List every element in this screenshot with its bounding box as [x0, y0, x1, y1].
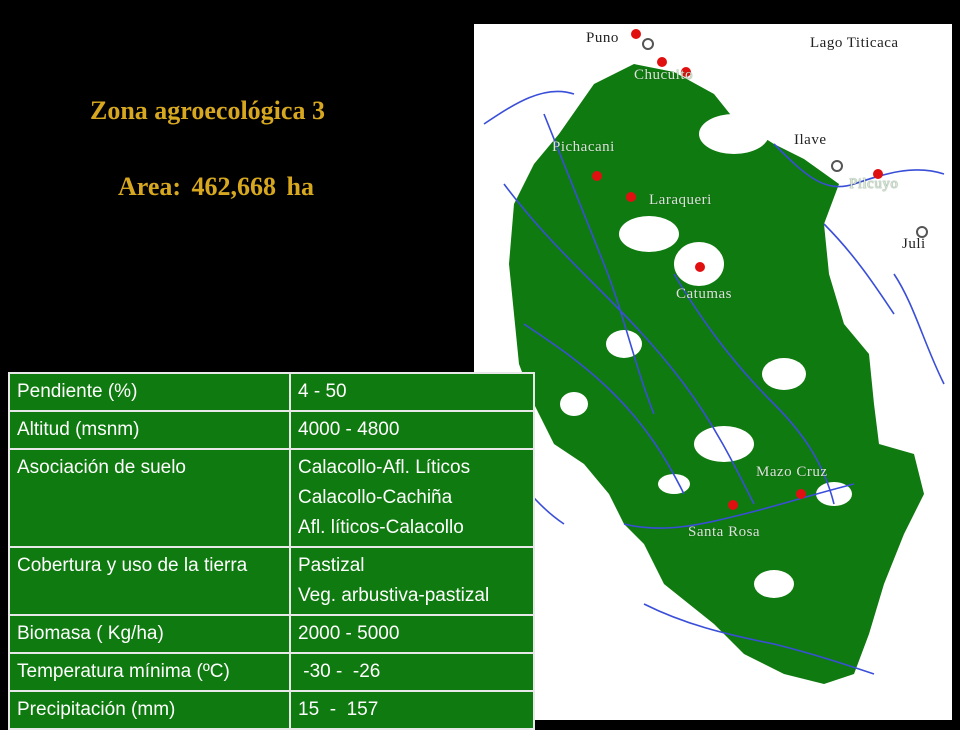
label-mazo-cruz: Mazo Cruz: [756, 464, 828, 480]
label-pilcuyo: Pilcuyo: [849, 176, 899, 192]
table-row: Cobertura y uso de la tierra Pastizal Ve…: [8, 546, 535, 616]
label-laraqueri: Laraqueri: [649, 192, 712, 208]
label-santa-rosa: Santa Rosa: [688, 524, 761, 540]
row-value: 4 - 50: [289, 372, 535, 412]
table-row: Biomasa ( Kg/ha) 2000 - 5000: [8, 614, 535, 654]
row-value: Pastizal Veg. arbustiva-pastizal: [289, 546, 535, 616]
table-row: Altitud (msnm) 4000 - 4800: [8, 410, 535, 450]
label-ilave: Ilave: [794, 132, 827, 148]
label-pichacani: Pichacani: [552, 139, 615, 155]
row-key: Temperatura mínima (ºC): [8, 652, 291, 692]
row-key: Asociación de suelo: [8, 448, 291, 548]
row-key: Precipitación (mm): [8, 690, 291, 730]
table-row: Temperatura mínima (ºC) -30 - -26: [8, 652, 535, 692]
label-juli: Juli: [902, 236, 926, 252]
row-value: 15 - 157: [289, 690, 535, 730]
label-catumas: Catumas: [676, 286, 732, 302]
map-graphic: [483, 29, 945, 684]
row-value: 2000 - 5000: [289, 614, 535, 654]
row-value: -30 - -26: [289, 652, 535, 692]
label-chucuito: Chucuito: [634, 67, 693, 83]
vegetation-region: [509, 64, 924, 684]
row-key: Cobertura y uso de la tierra: [8, 546, 291, 616]
table-row: Asociación de suelo Calacollo-Afl. Lític…: [8, 448, 535, 548]
table-row: Precipitación (mm) 15 - 157: [8, 690, 535, 730]
row-key: Biomasa ( Kg/ha): [8, 614, 291, 654]
table-row: Pendiente (%) 4 - 50: [8, 372, 535, 412]
row-value: 4000 - 4800: [289, 410, 535, 450]
area-label: Area: 462,668 ha: [118, 172, 315, 201]
zone-map: Puno Chucuito Lago Titicaca Ilave Pichac…: [474, 24, 952, 720]
row-key: Altitud (msnm): [8, 410, 291, 450]
row-value: Calacollo-Afl. Líticos Calacollo-Cachiña…: [289, 448, 535, 548]
zone-attributes-table: Pendiente (%) 4 - 50 Altitud (msnm) 4000…: [8, 372, 535, 730]
row-key: Pendiente (%): [8, 372, 291, 412]
zone-title: Zona agroecológica 3: [90, 96, 325, 125]
label-lago-titicaca: Lago Titicaca: [810, 35, 899, 51]
label-puno: Puno: [586, 30, 619, 46]
